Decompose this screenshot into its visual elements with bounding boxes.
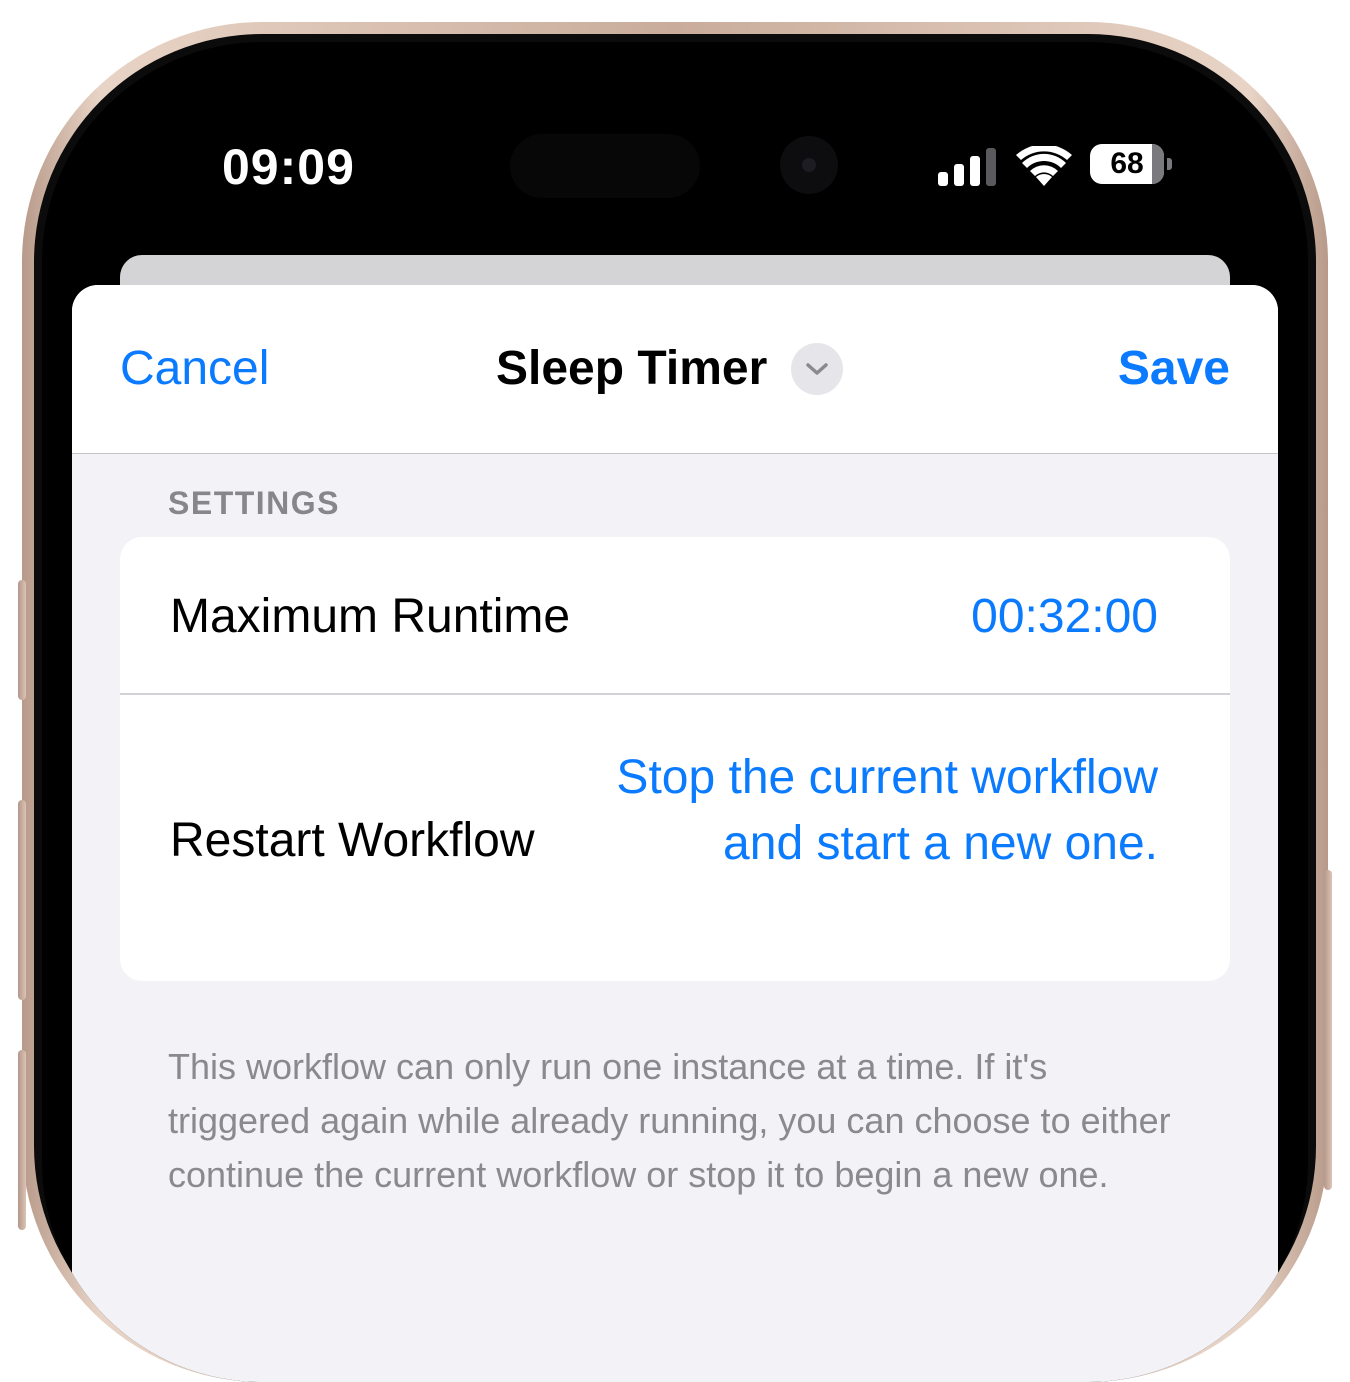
face-id-sensor bbox=[510, 134, 700, 198]
save-button[interactable]: Save bbox=[1118, 341, 1230, 396]
chevron-down-icon[interactable] bbox=[791, 342, 844, 395]
maximum-runtime-value[interactable]: 00:32:00 bbox=[971, 589, 1158, 644]
volume-up-button bbox=[18, 800, 26, 1000]
wifi-icon bbox=[1016, 146, 1072, 186]
row-divider bbox=[120, 693, 1230, 695]
status-time: 09:09 bbox=[222, 139, 355, 195]
restart-workflow-label: Restart Workflow bbox=[170, 814, 535, 867]
page-title: Sleep Timer bbox=[496, 342, 768, 395]
title-menu-button[interactable]: Sleep Timer bbox=[496, 341, 844, 396]
maximum-runtime-row[interactable]: Maximum Runtime 00:32:00 bbox=[120, 537, 1230, 693]
battery-icon: 68 bbox=[1090, 144, 1164, 184]
screen: 09:09 68 Cancel Sleep Timer Save SETTING… bbox=[42, 42, 1308, 1382]
cellular-signal-icon bbox=[938, 148, 998, 186]
cancel-button[interactable]: Cancel bbox=[120, 341, 269, 396]
section-footer: This workflow can only run one instance … bbox=[168, 1046, 1171, 1195]
settings-sheet: Cancel Sleep Timer Save SETTINGS Maximum… bbox=[72, 285, 1278, 1382]
volume-down-button bbox=[18, 1050, 26, 1230]
battery-terminal bbox=[1167, 158, 1172, 170]
action-button bbox=[18, 580, 26, 700]
maximum-runtime-label: Maximum Runtime bbox=[170, 590, 571, 643]
navigation-bar: Cancel Sleep Timer Save bbox=[72, 285, 1278, 454]
section-header: SETTINGS bbox=[168, 485, 341, 521]
settings-group: Maximum Runtime 00:32:00 Restart Workflo… bbox=[120, 537, 1230, 981]
front-camera bbox=[780, 136, 838, 194]
power-button bbox=[1324, 870, 1332, 1190]
restart-workflow-value[interactable]: Stop the current workflow and start a ne… bbox=[558, 745, 1158, 877]
battery-percent: 68 bbox=[1110, 147, 1144, 180]
